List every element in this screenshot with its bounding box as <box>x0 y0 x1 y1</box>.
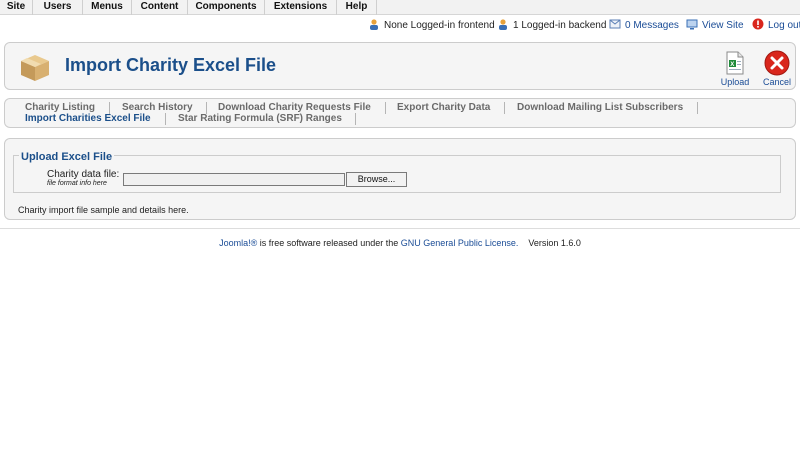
top-menu-bar: Site Users Menus Content Components Exte… <box>0 0 800 15</box>
view-site-text: View Site <box>702 20 744 31</box>
cancel-button[interactable]: Cancel <box>757 49 797 87</box>
cancel-icon <box>764 50 790 76</box>
gpl-license-link[interactable]: GNU General Public License. <box>401 238 519 248</box>
submenu: Charity Listing Search History Download … <box>4 98 796 128</box>
submenu-separator <box>697 102 698 114</box>
main-panel: Upload Excel File Charity data file: fil… <box>4 138 796 220</box>
users-icon <box>499 19 507 30</box>
message-icon <box>609 19 621 29</box>
status-row: None Logged-in frontend 1 Logged-in back… <box>0 16 800 36</box>
charity-file-label: Charity data file: <box>47 169 120 180</box>
backend-status: 1 Logged-in backend <box>497 18 606 34</box>
footer-divider <box>0 228 800 229</box>
logout-link[interactable]: Log out <box>752 18 800 34</box>
logout-icon <box>752 18 764 30</box>
submenu-download-mailing-list[interactable]: Download Mailing List Subscribers <box>517 102 683 114</box>
monitor-icon <box>686 19 698 30</box>
box-icon <box>21 55 49 81</box>
menu-site[interactable]: Site <box>0 0 33 15</box>
submenu-separator <box>355 113 356 125</box>
view-site-link[interactable]: View Site <box>686 18 744 34</box>
backend-status-text: 1 Logged-in backend <box>513 20 607 31</box>
upload-button[interactable]: X Upload <box>715 49 755 87</box>
charity-file-input[interactable] <box>123 173 345 186</box>
messages-link[interactable]: 0 Messages <box>609 18 679 34</box>
page-title: Import Charity Excel File <box>65 55 277 75</box>
menu-components[interactable]: Components <box>188 0 265 15</box>
upload-legend: Upload Excel File <box>19 151 115 163</box>
excel-file-icon: X <box>726 51 744 75</box>
frontend-status: None Logged-in frontend <box>368 18 495 34</box>
messages-text: 0 Messages <box>625 20 679 31</box>
upload-label: Upload <box>720 77 750 87</box>
menu-users[interactable]: Users <box>33 0 83 15</box>
submenu-separator <box>504 102 505 114</box>
svg-text:X: X <box>730 62 734 68</box>
browse-button[interactable]: Browse... <box>346 172 407 187</box>
submenu-import-charities[interactable]: Import Charities Excel File <box>25 113 151 125</box>
cancel-label: Cancel <box>762 77 791 87</box>
logout-text: Log out <box>768 20 800 31</box>
submenu-export-data[interactable]: Export Charity Data <box>397 102 490 114</box>
menu-menus[interactable]: Menus <box>83 0 132 15</box>
menu-help[interactable]: Help <box>337 0 377 15</box>
menu-extensions[interactable]: Extensions <box>265 0 337 15</box>
page-header: Import Charity Excel File X Upload Cance… <box>4 42 796 90</box>
version-text: Version 1.6.0 <box>528 238 581 248</box>
import-note: Charity import file sample and details h… <box>18 205 189 215</box>
footer-text: is free software released under the <box>257 238 401 248</box>
users-icon <box>370 19 378 30</box>
submenu-separator <box>165 113 166 125</box>
footer: Joomla!® is free software released under… <box>0 238 800 248</box>
submenu-separator <box>385 102 386 114</box>
submenu-star-rating[interactable]: Star Rating Formula (SRF) Ranges <box>178 113 342 125</box>
menu-content[interactable]: Content <box>132 0 188 15</box>
charity-file-hint: file format info here <box>47 180 107 187</box>
joomla-link[interactable]: Joomla!® <box>219 238 257 248</box>
frontend-status-text: None Logged-in frontend <box>384 20 495 31</box>
